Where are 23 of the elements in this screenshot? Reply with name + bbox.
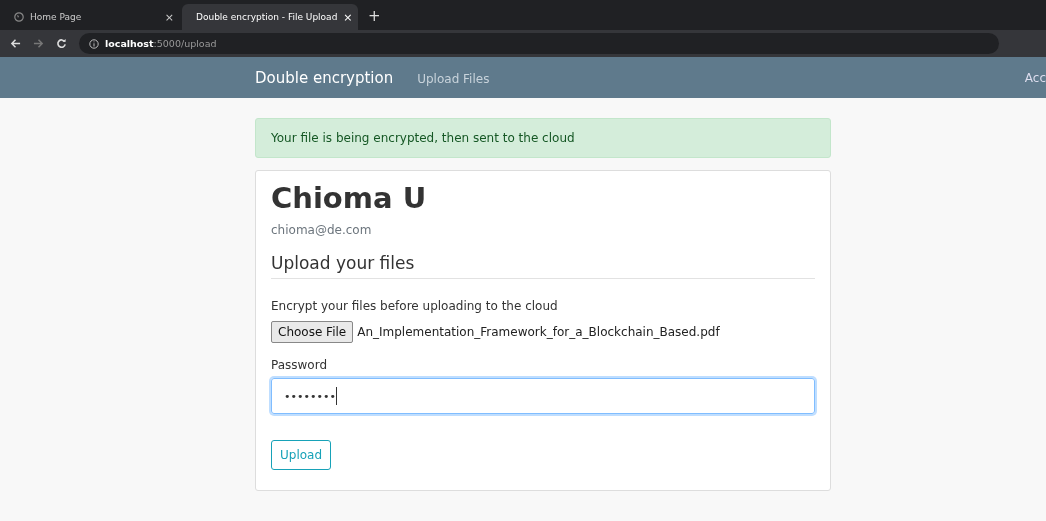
close-tab-button[interactable]: ×	[164, 10, 174, 24]
password-field[interactable]: ••••••••	[271, 378, 815, 414]
brand-link[interactable]: Double encryption	[255, 68, 394, 87]
choose-file-button[interactable]: Choose File	[271, 321, 354, 343]
field-label: Encrypt your files before uploading to the cloud	[271, 299, 559, 313]
tab-title: Home Page	[30, 12, 83, 22]
tab-title: Double encryption - File Upload	[196, 12, 338, 22]
close-tab-button[interactable]: ×	[343, 10, 353, 24]
reload-icon[interactable]	[56, 38, 67, 49]
new-tab-button[interactable]: +	[368, 7, 381, 25]
section-heading: Upload your files	[271, 253, 416, 273]
browser-tab[interactable]: Double encryption - File Upload ×	[182, 4, 358, 30]
user-email: chioma@de.com	[271, 223, 373, 237]
info-icon	[89, 38, 99, 49]
browser-tab[interactable]: Home Page ×	[6, 4, 182, 30]
file-name: An_Implementation_Framework_for_a_Blockchain_Based.pdf	[357, 325, 720, 339]
forward-arrow-icon[interactable]	[33, 38, 44, 49]
success-alert: Your file is being encrypted, then sent to the cloud	[255, 118, 831, 158]
back-arrow-icon[interactable]	[10, 38, 21, 49]
field-label: Password	[271, 358, 329, 372]
address-bar[interactable]: localhost:5000/upload	[79, 33, 999, 54]
url-text: localhost:5000/upload	[105, 38, 217, 49]
user-name: Chioma U	[271, 181, 428, 215]
